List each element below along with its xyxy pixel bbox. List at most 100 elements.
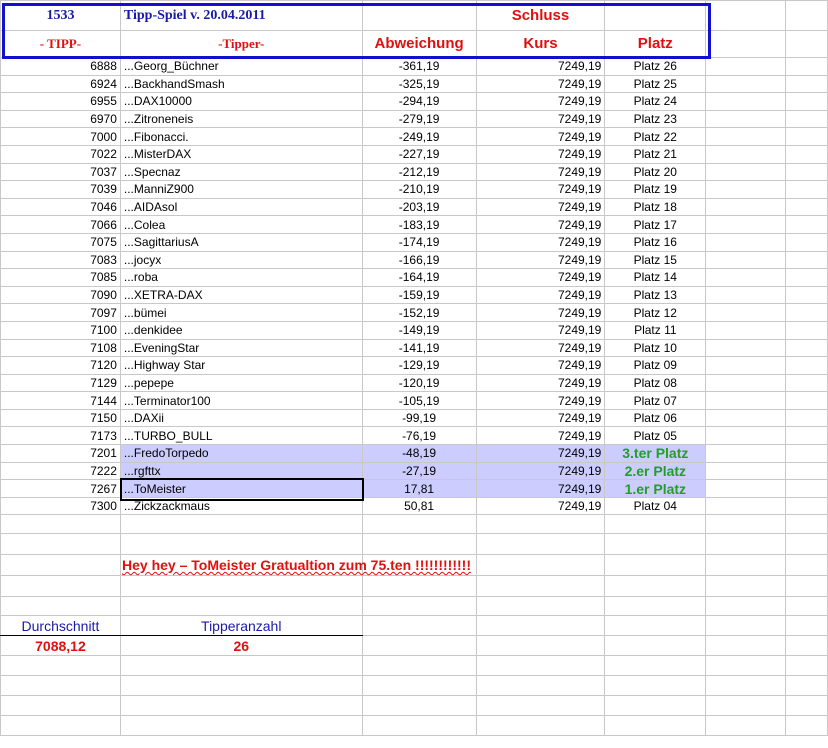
tipp-value[interactable]: 7201 xyxy=(0,444,121,463)
cell[interactable] xyxy=(785,715,828,737)
tipp-value[interactable]: 6955 xyxy=(0,92,121,111)
cell[interactable] xyxy=(361,635,477,657)
tipper-name[interactable]: ...Highway Star xyxy=(119,356,363,375)
platz-value[interactable]: Platz 11 xyxy=(604,320,707,340)
abweichung-value[interactable]: 50,81 xyxy=(361,496,477,516)
platz-value[interactable]: Platz 10 xyxy=(604,338,707,358)
cell[interactable] xyxy=(705,356,787,375)
tipper-name[interactable]: ...DAXii xyxy=(119,408,363,428)
tipp-value[interactable]: 7075 xyxy=(0,232,121,252)
cell[interactable] xyxy=(785,127,828,146)
platz-value[interactable]: Platz 08 xyxy=(604,373,707,393)
cell[interactable] xyxy=(785,30,828,58)
abweichung-value[interactable]: -129,19 xyxy=(361,356,477,375)
platz-value[interactable]: Platz 15 xyxy=(604,250,707,270)
tipper-name[interactable]: ...FredoTorpedo xyxy=(119,444,363,463)
kurs-value[interactable]: 7249,19 xyxy=(475,109,606,129)
cell[interactable] xyxy=(705,127,787,146)
cell[interactable] xyxy=(705,615,787,637)
kurs-value[interactable]: 7249,19 xyxy=(475,268,606,287)
tipper-name[interactable]: ...Colea xyxy=(119,215,363,234)
cell[interactable] xyxy=(785,615,828,637)
platz-value[interactable]: 1.er Platz xyxy=(604,479,707,498)
cell[interactable] xyxy=(604,533,707,556)
tipper-name[interactable]: ...TURBO_BULL xyxy=(119,426,363,446)
cell[interactable] xyxy=(0,533,121,556)
tipp-value[interactable]: 7039 xyxy=(0,180,121,199)
cell[interactable] xyxy=(604,715,707,737)
average-label[interactable]: Durchschnitt xyxy=(0,615,121,637)
platz-value[interactable]: Platz 25 xyxy=(604,74,707,94)
abweichung-value[interactable]: -166,19 xyxy=(361,250,477,270)
tipp-value[interactable]: 7066 xyxy=(0,215,121,234)
cell[interactable] xyxy=(785,461,828,481)
abweichung-value[interactable]: -210,19 xyxy=(361,180,477,199)
tipper-name[interactable]: ...BackhandSmash xyxy=(119,74,363,94)
cell[interactable] xyxy=(705,0,787,31)
cell[interactable] xyxy=(604,675,707,697)
kurs-value[interactable]: 7249,19 xyxy=(475,320,606,340)
cell[interactable] xyxy=(705,426,787,446)
tipp-value[interactable]: 7120 xyxy=(0,356,121,375)
cell[interactable] xyxy=(785,596,828,617)
cell[interactable] xyxy=(705,197,787,217)
tipper-name[interactable]: ...jocyx xyxy=(119,250,363,270)
cell[interactable] xyxy=(361,615,477,637)
cell[interactable] xyxy=(785,303,828,322)
cell[interactable] xyxy=(475,655,606,677)
kurs-value[interactable]: 7249,19 xyxy=(475,408,606,428)
kurs-value[interactable]: 7249,19 xyxy=(475,338,606,358)
platz-value[interactable]: Platz 23 xyxy=(604,109,707,129)
kurs-value[interactable]: 7249,19 xyxy=(475,373,606,393)
cell[interactable] xyxy=(785,57,828,76)
cell[interactable] xyxy=(0,596,121,617)
platz-value[interactable]: Platz 17 xyxy=(604,215,707,234)
cell[interactable] xyxy=(705,655,787,677)
abweichung-value[interactable]: -99,19 xyxy=(361,408,477,428)
cell[interactable] xyxy=(361,514,477,535)
cell[interactable] xyxy=(604,554,707,577)
cell[interactable] xyxy=(785,232,828,252)
tipp-value[interactable]: 7173 xyxy=(0,426,121,446)
tipp-value[interactable]: 7046 xyxy=(0,197,121,217)
col-header-kurs[interactable]: Kurs xyxy=(475,30,606,58)
cell[interactable] xyxy=(785,514,828,535)
platz-value[interactable]: Platz 21 xyxy=(604,144,707,164)
tipper-name[interactable]: ...bümei xyxy=(119,303,363,322)
cell[interactable] xyxy=(705,715,787,737)
cell[interactable] xyxy=(705,232,787,252)
cell[interactable] xyxy=(705,675,787,697)
platz-value[interactable]: Platz 07 xyxy=(604,391,707,410)
tipper-name[interactable]: ...AIDAsol xyxy=(119,197,363,217)
cell[interactable] xyxy=(0,575,121,598)
cell[interactable] xyxy=(361,695,477,717)
cell[interactable] xyxy=(785,92,828,111)
platz-value[interactable]: Platz 16 xyxy=(604,232,707,252)
abweichung-value[interactable]: -159,19 xyxy=(361,285,477,305)
platz-value[interactable]: Platz 14 xyxy=(604,268,707,287)
tipper-name[interactable]: ...DAX10000 xyxy=(119,92,363,111)
cell[interactable] xyxy=(475,514,606,535)
cell[interactable] xyxy=(785,250,828,270)
game-title[interactable]: Tipp-Spiel v. 20.04.2011 xyxy=(119,0,363,31)
platz-value[interactable]: Platz 06 xyxy=(604,408,707,428)
tipper-name[interactable]: ...ToMeister xyxy=(119,479,363,498)
cell[interactable] xyxy=(785,575,828,598)
cell[interactable] xyxy=(475,533,606,556)
cell[interactable] xyxy=(785,533,828,556)
cell[interactable] xyxy=(705,575,787,598)
kurs-value[interactable]: 7249,19 xyxy=(475,57,606,76)
cell[interactable] xyxy=(361,675,477,697)
cell[interactable] xyxy=(604,0,707,31)
cell[interactable] xyxy=(785,655,828,677)
cell[interactable] xyxy=(785,197,828,217)
tipp-value[interactable]: 7097 xyxy=(0,303,121,322)
kurs-value[interactable]: 7249,19 xyxy=(475,356,606,375)
platz-value[interactable]: Platz 19 xyxy=(604,180,707,199)
cell[interactable] xyxy=(705,250,787,270)
cell[interactable] xyxy=(361,655,477,677)
cell[interactable] xyxy=(475,554,606,577)
cell[interactable] xyxy=(785,356,828,375)
cell[interactable] xyxy=(785,391,828,410)
abweichung-value[interactable]: -152,19 xyxy=(361,303,477,322)
